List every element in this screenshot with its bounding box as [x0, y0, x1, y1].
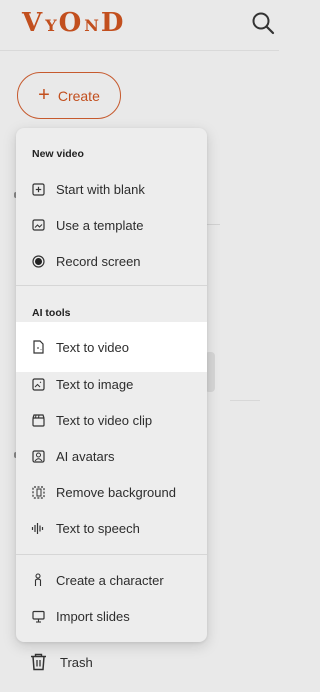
menu-item-text-to-video-clip[interactable]: Text to video clip [16, 402, 207, 438]
create-dropdown-menu: New video Start with blank Use a templat… [16, 128, 207, 642]
doc-sparkle-icon [31, 340, 45, 354]
menu-item-ai-avatars[interactable]: AI avatars [16, 438, 207, 474]
menu-item-label: Text to speech [56, 520, 140, 536]
create-button[interactable]: + Create [17, 72, 121, 119]
section-title-new-video: New video [32, 148, 84, 160]
menu-divider [16, 554, 207, 555]
menu-divider [16, 285, 207, 286]
menu-item-label: Use a template [56, 217, 144, 233]
top-bar: VYOND [0, 0, 279, 51]
avatar-icon [31, 449, 45, 463]
create-button-label: Create [57, 87, 100, 104]
menu-item-record-screen[interactable]: Record screen [16, 243, 207, 279]
menu-item-label: AI avatars [56, 448, 115, 464]
vyond-logo[interactable]: VYOND [22, 8, 126, 38]
menu-item-create-a-character[interactable]: Create a character [16, 562, 207, 598]
menu-item-label: Import slides [56, 608, 130, 624]
trash-icon [30, 653, 47, 671]
image-frame-icon [31, 218, 45, 232]
menu-item-start-with-blank[interactable]: Start with blank [16, 171, 207, 207]
trash-label: Trash [60, 654, 93, 670]
menu-item-label: Create a character [56, 572, 164, 588]
sidebar-item-trash[interactable]: Trash [30, 652, 93, 672]
menu-item-label: Record screen [56, 253, 141, 269]
plus-icon: + [38, 83, 50, 106]
remove-bg-icon [31, 485, 45, 499]
menu-item-import-slides[interactable]: Import slides [16, 598, 207, 634]
menu-item-label: Text to image [56, 376, 134, 392]
background-divider [230, 400, 260, 401]
search-icon[interactable] [251, 11, 277, 37]
menu-item-label: Text to video [56, 339, 129, 355]
menu-item-text-to-video[interactable]: Text to video [16, 322, 207, 372]
menu-item-text-to-speech[interactable]: Text to speech [16, 510, 207, 546]
presentation-icon [31, 609, 45, 623]
image-sparkle-icon [31, 377, 45, 391]
menu-item-remove-background[interactable]: Remove background [16, 474, 207, 510]
plus-square-icon [31, 182, 45, 196]
clapper-icon [31, 413, 45, 427]
menu-item-use-a-template[interactable]: Use a template [16, 207, 207, 243]
menu-item-label: Start with blank [56, 181, 145, 197]
character-icon [31, 573, 45, 587]
section-title-ai-tools: AI tools [32, 307, 71, 319]
menu-item-label: Text to video clip [56, 412, 153, 428]
record-icon [31, 254, 45, 268]
waveform-icon [31, 521, 45, 535]
menu-item-label: Remove background [56, 484, 176, 500]
menu-item-text-to-image[interactable]: Text to image [16, 366, 207, 402]
